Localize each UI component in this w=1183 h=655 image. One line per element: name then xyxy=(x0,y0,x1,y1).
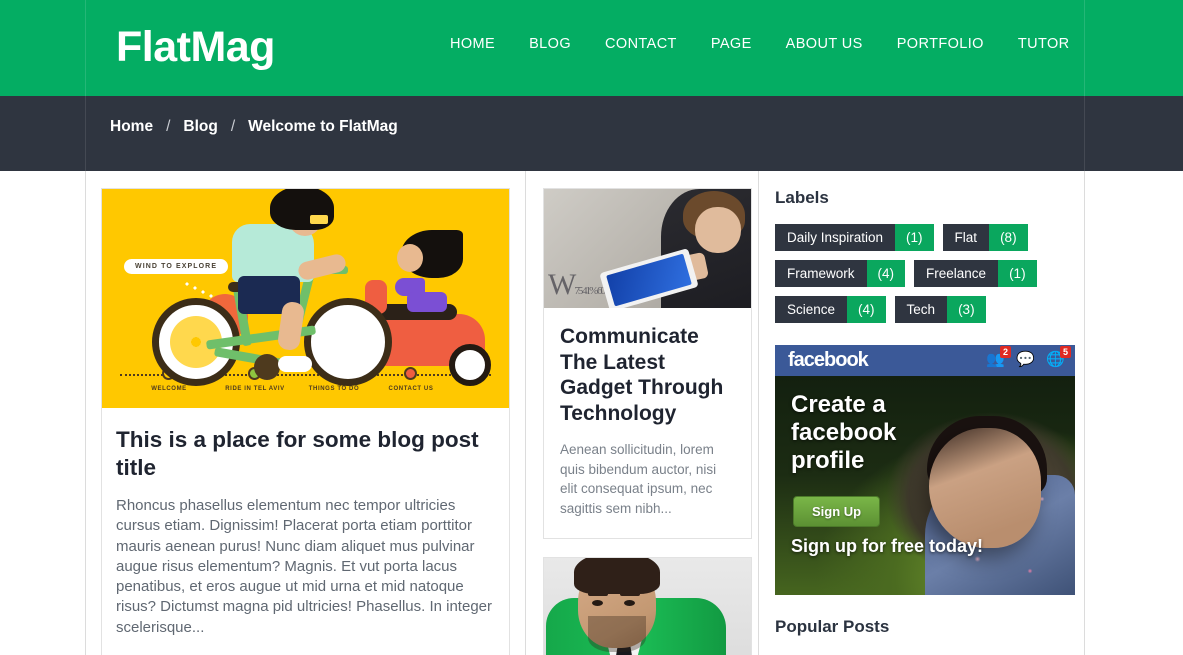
facebook-signup-button[interactable]: Sign Up xyxy=(793,496,881,527)
column-rail-left xyxy=(85,171,86,655)
label-count: (3) xyxy=(947,296,986,323)
scooter-rider-shorts xyxy=(407,292,447,312)
nav-item-home[interactable]: HOME xyxy=(450,36,495,52)
illustration-tooltip: WIND TO EXPLORE xyxy=(124,259,229,274)
label-chip-tech[interactable]: Tech (3) xyxy=(894,296,986,323)
business-man-face xyxy=(695,207,741,253)
label-chip-daily-inspiration[interactable]: Daily Inspiration (1) xyxy=(775,224,934,251)
featured-post-excerpt: Rhoncus phasellus elementum nec tempor u… xyxy=(116,497,492,636)
mid-post-image[interactable] xyxy=(544,558,751,655)
bicycle-crank xyxy=(254,354,280,380)
friends-badge-count: 2 xyxy=(999,346,1011,358)
scooter-rider-head xyxy=(397,244,423,272)
portrait-hair xyxy=(574,558,660,594)
breadcrumb-item-current: Welcome to FlatMag xyxy=(248,118,398,135)
mid-post-body: Communicate The Latest Gadget Through Te… xyxy=(544,308,751,538)
friends-icon: 👥 2 xyxy=(986,346,1011,371)
nav-item-tutor[interactable]: TUTOR xyxy=(1018,36,1070,52)
breadcrumb: Home / Blog / Welcome to FlatMag xyxy=(110,118,398,136)
container-left-rail xyxy=(85,96,86,171)
sidebar: Labels Daily Inspiration (1) Flat (8) Fr… xyxy=(775,188,1075,637)
label-name: Tech xyxy=(894,296,948,323)
portrait-eyebrow xyxy=(588,592,608,596)
breadcrumb-item-blog[interactable]: Blog xyxy=(183,118,217,136)
bicycle-front-wheel xyxy=(304,298,392,386)
labels-widget-title: Labels xyxy=(775,188,829,207)
bicycle-illustration: WELCOME RIDE IN TEL AVIV THINGS TO DO CO… xyxy=(102,189,509,408)
portrait-eye xyxy=(592,600,603,606)
container-right-rail xyxy=(1084,0,1085,96)
notifications-badge-count: 5 xyxy=(1059,346,1071,358)
portrait-beard xyxy=(588,616,646,652)
label-chip-freelance[interactable]: Freelance (1) xyxy=(914,260,1037,287)
scooter-wheel xyxy=(449,344,491,386)
featured-post-card: WELCOME RIDE IN TEL AVIV THINGS TO DO CO… xyxy=(101,188,510,655)
container-left-rail xyxy=(85,0,86,96)
breadcrumb-item-home[interactable]: Home xyxy=(110,118,153,136)
featured-post-image[interactable]: WELCOME RIDE IN TEL AVIV THINGS TO DO CO… xyxy=(102,189,509,408)
site-header: FlatMag HOME BLOG CONTACT PAGE ABOUT US … xyxy=(0,0,1183,96)
label-chip-flat[interactable]: Flat (8) xyxy=(942,224,1028,251)
timeline-caption: WELCOME xyxy=(151,386,187,392)
timeline-caption: THINGS TO DO xyxy=(308,386,360,392)
messages-icon: 💬 xyxy=(1016,351,1035,368)
mid-post-image[interactable]: W75 41% 600 h n xyxy=(544,189,751,308)
timeline-node xyxy=(404,367,417,380)
breadcrumb-separator: / xyxy=(166,118,171,135)
mid-post-card: W75 41% 600 h n Communicate The Latest G… xyxy=(543,188,752,539)
column-rail-mid-left xyxy=(525,171,526,655)
nav-item-page[interactable]: PAGE xyxy=(711,36,752,52)
mid-post-card xyxy=(543,557,752,655)
nav-item-portfolio[interactable]: PORTFOLIO xyxy=(897,36,984,52)
label-chip-science[interactable]: Science (4) xyxy=(775,296,886,323)
label-count: (1) xyxy=(998,260,1037,287)
label-name: Science xyxy=(775,296,848,323)
label-count: (4) xyxy=(866,260,906,287)
label-name: Flat xyxy=(942,224,990,251)
column-rail-mid-right xyxy=(758,171,759,655)
label-name: Framework xyxy=(775,260,867,287)
site-logo[interactable]: FlatMag xyxy=(116,18,275,76)
featured-post-title[interactable]: This is a place for some blog post title xyxy=(116,426,495,482)
timeline-caption: RIDE IN TEL AVIV xyxy=(225,386,285,392)
label-name: Daily Inspiration xyxy=(775,224,896,251)
breadcrumb-separator: / xyxy=(230,118,236,135)
portrait-eye xyxy=(624,600,635,606)
container-right-rail xyxy=(1084,96,1085,171)
mid-post-excerpt: Aenean sollicitudin, lorem quis bibendum… xyxy=(560,442,717,516)
timeline-caption: CONTACT US xyxy=(388,386,434,392)
portrait-eyebrow xyxy=(620,592,640,596)
label-count: (8) xyxy=(989,224,1028,251)
featured-post-body: This is a place for some blog post title… xyxy=(102,408,509,655)
content-area: WELCOME RIDE IN TEL AVIV THINGS TO DO CO… xyxy=(0,171,1183,655)
labels-list: Daily Inspiration (1) Flat (8) Framework… xyxy=(775,224,1075,323)
globe-notifications-icon: 🌐 5 xyxy=(1046,346,1071,371)
popular-posts-widget-title: Popular Posts xyxy=(775,617,890,636)
rider-shoe xyxy=(278,356,312,372)
facebook-ad-tagline: Sign up for free today! xyxy=(791,536,984,556)
mid-post-title[interactable]: Communicate The Latest Gadget Through Te… xyxy=(560,324,735,426)
facebook-logo: facebook xyxy=(788,349,869,371)
label-chip-framework[interactable]: Framework (4) xyxy=(775,260,906,287)
middle-column: W75 41% 600 h n Communicate The Latest G… xyxy=(543,188,752,655)
main-navigation: HOME BLOG CONTACT PAGE ABOUT US PORTFOLI… xyxy=(450,36,1070,52)
facebook-icon-group: 👥 2 💬 🌐 5 xyxy=(986,346,1071,371)
woman-face xyxy=(929,428,1041,548)
label-count: (4) xyxy=(847,296,886,323)
nav-item-contact[interactable]: CONTACT xyxy=(605,36,677,52)
nav-item-about-us[interactable]: ABOUT US xyxy=(786,36,863,52)
breadcrumb-bar: Home / Blog / Welcome to FlatMag xyxy=(0,96,1183,245)
label-name: Freelance xyxy=(914,260,999,287)
nav-item-blog[interactable]: BLOG xyxy=(529,36,571,52)
label-count: (1) xyxy=(895,224,934,251)
rider-glasses xyxy=(310,215,328,224)
facebook-chrome-bar: facebook 👥 2 💬 🌐 5 xyxy=(775,345,1075,376)
facebook-ad-headline: Create a facebook profile xyxy=(791,391,897,474)
column-rail-right xyxy=(1084,171,1085,655)
facebook-ad-banner[interactable]: facebook 👥 2 💬 🌐 5 Create a facebook pro… xyxy=(775,345,1075,595)
